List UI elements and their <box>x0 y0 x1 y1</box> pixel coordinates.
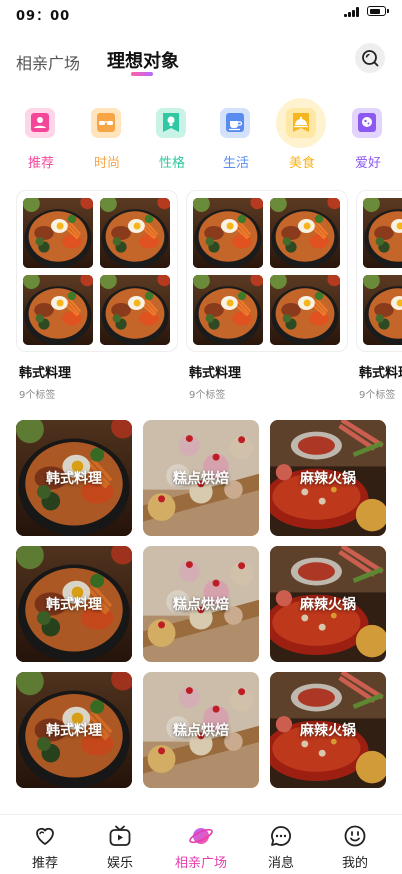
tv-play-icon <box>109 825 131 846</box>
topic-collage <box>186 190 348 352</box>
food-tile-label: 韩式料理 <box>46 723 102 739</box>
topic-subtitle: 9个标签 <box>189 390 226 401</box>
food-tile[interactable]: 麻辣火锅 <box>270 672 386 788</box>
nav-label: 娱乐 <box>106 856 133 871</box>
food-tile-label: 麻辣火锅 <box>300 471 356 487</box>
nav-profile[interactable]: 我的 <box>315 815 395 874</box>
food-tile-label: 糕点烘焙 <box>173 597 229 613</box>
planet-icon <box>189 828 213 844</box>
category-hobby[interactable]: 爱好 <box>342 98 394 174</box>
topic-photo <box>270 198 340 268</box>
smiley-icon <box>344 825 366 847</box>
search-icon <box>362 50 379 67</box>
category-label: 生活 <box>222 156 249 171</box>
tab-ideal-partner[interactable]: 理想对象 <box>107 47 179 73</box>
topic-photo <box>23 198 93 268</box>
category-row: 推荐 时尚 性格 生活 美食 爱好 <box>0 98 402 176</box>
signal-icon <box>344 7 362 17</box>
food-tile[interactable]: 韩式料理 <box>16 546 132 662</box>
battery-icon <box>367 6 389 16</box>
coffee-cup-icon <box>220 108 250 138</box>
topic-photo <box>23 275 93 345</box>
category-fashion[interactable]: 时尚 <box>81 98 133 174</box>
food-tile-label: 糕点烘焙 <box>173 471 229 487</box>
active-tab-indicator <box>131 72 153 76</box>
food-tile[interactable]: 糕点烘焙 <box>143 672 259 788</box>
category-label: 爱好 <box>354 156 381 171</box>
status-bar: 09：00 <box>0 0 402 26</box>
food-cloche-icon <box>286 108 316 138</box>
food-tile[interactable]: 糕点烘焙 <box>143 420 259 536</box>
nav-messages[interactable]: 消息 <box>241 815 321 874</box>
topic-collage <box>16 190 178 352</box>
nav-label: 我的 <box>341 856 368 871</box>
food-tile[interactable]: 韩式料理 <box>16 420 132 536</box>
category-food[interactable]: 美食 <box>276 98 328 174</box>
topic-photo <box>270 275 340 345</box>
topic-subtitle: 9个标签 <box>359 390 396 401</box>
food-tile-label: 麻辣火锅 <box>300 723 356 739</box>
chat-bubble-icon <box>271 826 291 846</box>
topic-photo <box>363 198 402 268</box>
heart-icon <box>36 827 54 845</box>
topic-subtitle: 9个标签 <box>19 390 56 401</box>
nav-label: 消息 <box>267 856 294 871</box>
bottom-nav: 推荐 娱乐 相亲广场 消息 我的 <box>0 814 402 874</box>
category-label: 推荐 <box>27 156 54 171</box>
category-label: 性格 <box>158 156 185 171</box>
nav-entertainment[interactable]: 娱乐 <box>80 815 160 874</box>
food-tile[interactable]: 韩式料理 <box>16 672 132 788</box>
hobby-icon <box>352 108 382 138</box>
topic-photo <box>363 275 402 345</box>
bulb-icon <box>156 108 186 138</box>
food-tile-label: 麻辣火锅 <box>300 597 356 613</box>
food-tile-label: 韩式料理 <box>46 597 102 613</box>
status-time: 09：00 <box>16 9 71 24</box>
category-label: 美食 <box>288 156 315 171</box>
nav-recommend[interactable]: 推荐 <box>5 815 85 874</box>
search-button[interactable] <box>355 43 385 73</box>
category-personality[interactable]: 性格 <box>146 98 198 174</box>
food-tile-label: 糕点烘焙 <box>173 723 229 739</box>
sunglasses-icon <box>91 108 121 138</box>
food-tile[interactable]: 麻辣火锅 <box>270 420 386 536</box>
topic-title: 韩式料理 <box>359 366 402 381</box>
nav-label: 相亲广场 <box>174 856 227 871</box>
food-tile-label: 韩式料理 <box>46 471 102 487</box>
food-tile[interactable]: 麻辣火锅 <box>270 546 386 662</box>
nav-dating-square[interactable]: 相亲广场 <box>161 815 241 874</box>
topic-collage <box>356 190 402 352</box>
topic-title: 韩式料理 <box>19 366 72 381</box>
category-life[interactable]: 生活 <box>210 98 262 174</box>
category-label: 时尚 <box>93 156 120 171</box>
food-tile[interactable]: 糕点烘焙 <box>143 546 259 662</box>
topic-photo <box>193 198 263 268</box>
category-recommend[interactable]: 推荐 <box>15 98 67 174</box>
top-header: 相亲广场 理想对象 <box>0 36 402 86</box>
topic-photo <box>100 275 170 345</box>
topic-card-clip: 韩式料理 9个标签 <box>356 190 402 405</box>
topic-photo <box>100 198 170 268</box>
heart-person-icon <box>25 108 55 138</box>
topic-title: 韩式料理 <box>189 366 242 381</box>
topic-photo <box>193 275 263 345</box>
tab-dating-square[interactable]: 相亲广场 <box>16 50 80 74</box>
nav-label: 推荐 <box>31 856 58 871</box>
